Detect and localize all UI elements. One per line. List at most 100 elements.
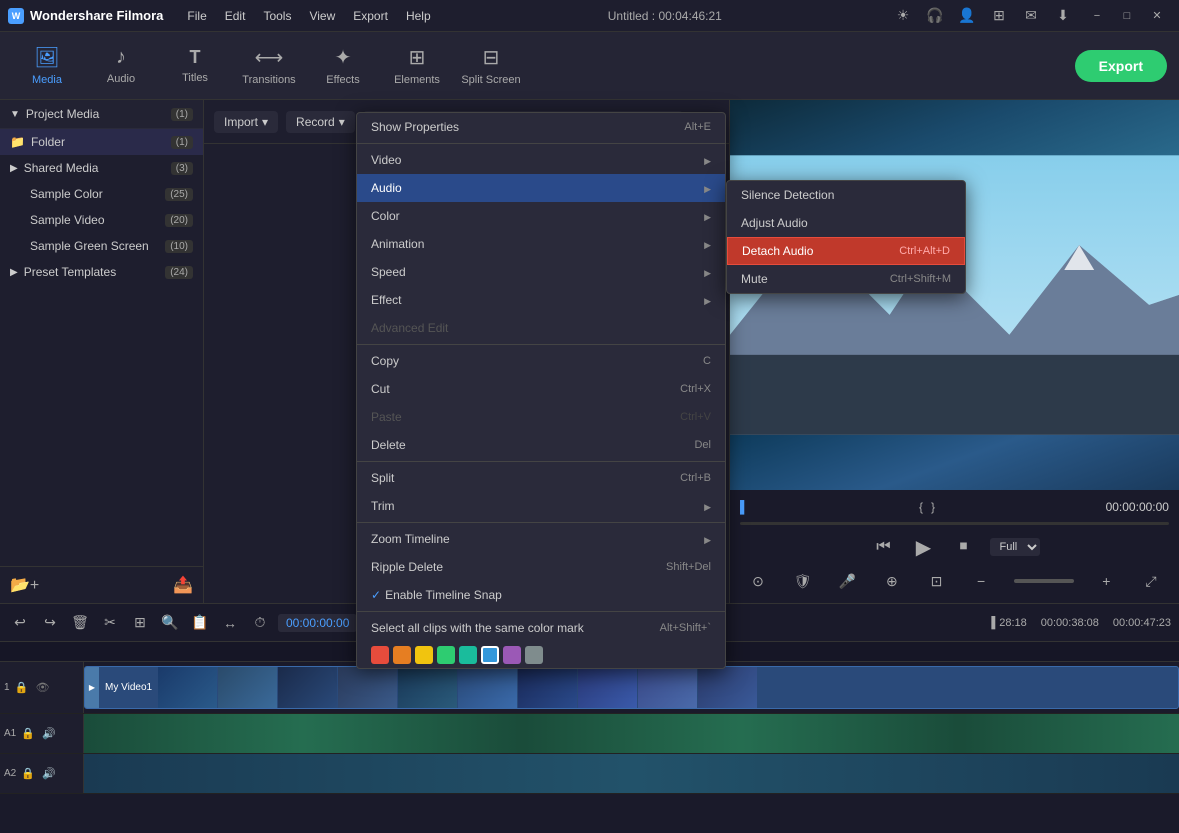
cut-button[interactable]: ✂ (98, 611, 122, 635)
ai-button[interactable]: ⊕ (880, 569, 904, 593)
color-dot-gray[interactable] (525, 646, 543, 664)
caption-button[interactable]: ⊡ (925, 569, 949, 593)
record-button[interactable]: Record ▾ (286, 111, 355, 133)
ctx-show-properties[interactable]: Show Properties Alt+E (357, 113, 725, 141)
ctx-silence-detection[interactable]: Silence Detection (727, 181, 965, 209)
redo-button[interactable]: ↪ (38, 611, 62, 635)
audio-track-content[interactable] (84, 714, 1179, 753)
import-folder-icon[interactable]: 📤 (173, 575, 193, 595)
ctx-delete[interactable]: Delete Del (357, 431, 725, 459)
sidebar-preset-templates[interactable]: ▶ Preset Templates (24) (0, 259, 203, 285)
time-bracket-left: { (919, 500, 923, 514)
split-button[interactable]: ↔ (218, 611, 242, 635)
ctx-speed[interactable]: Speed (357, 258, 725, 286)
video-clip[interactable]: ▶ My Video1 (84, 666, 1179, 709)
ctx-cut[interactable]: Cut Ctrl+X (357, 375, 725, 403)
crop-button[interactable]: ⊞ (128, 611, 152, 635)
menu-tools[interactable]: Tools (255, 7, 299, 25)
export-button[interactable]: Export (1075, 50, 1167, 82)
preview-timecode: 00:00:00:00 (1106, 500, 1169, 514)
sun-icon[interactable]: ☀ (891, 4, 915, 28)
ctx-zoom-timeline[interactable]: Zoom Timeline (357, 525, 725, 553)
quality-select[interactable]: Full (990, 538, 1040, 556)
ctx-effect-label: Effect (371, 293, 401, 307)
menu-view[interactable]: View (301, 7, 343, 25)
video-track-content[interactable]: ▶ My Video1 (84, 662, 1179, 713)
zoom-in-timeline-button[interactable]: 🔍 (158, 611, 182, 635)
sidebar-sample-green-screen[interactable]: Sample Green Screen (10) (0, 233, 203, 259)
import-button[interactable]: Import ▾ (214, 111, 278, 133)
ctx-trim[interactable]: Trim (357, 492, 725, 520)
minimize-button[interactable]: − (1083, 4, 1111, 28)
motion-tracking-button[interactable]: ⊙ (746, 569, 770, 593)
user-icon[interactable]: 👤 (955, 4, 979, 28)
menu-file[interactable]: File (179, 7, 214, 25)
grid-icon[interactable]: ⊞ (987, 4, 1011, 28)
toolbar-media[interactable]: 🖼 Media (12, 37, 82, 95)
sidebar-sample-video[interactable]: Sample Video (20) (0, 207, 203, 233)
audio-mute-button[interactable]: 🔊 (40, 725, 58, 743)
color-dot-yellow[interactable] (415, 646, 433, 664)
fullscreen-button[interactable]: ⤢ (1139, 569, 1163, 593)
volume-slider[interactable] (1014, 579, 1074, 583)
ctx-adjust-audio[interactable]: Adjust Audio (727, 209, 965, 237)
audio-track2-content[interactable] (84, 754, 1179, 793)
sidebar-sample-color[interactable]: Sample Color (25) (0, 181, 203, 207)
ctx-enable-snap[interactable]: ✓ Enable Timeline Snap (357, 581, 725, 609)
track-hide-button[interactable]: 👁 (34, 679, 52, 697)
add-folder-icon[interactable]: 📂+ (10, 575, 39, 595)
project-media-header[interactable]: ▼ Project Media (1) (0, 100, 203, 129)
toolbar-split-screen[interactable]: ⊟ Split Screen (456, 37, 526, 95)
preview-progress-bar[interactable] (740, 522, 1169, 525)
ctx-audio[interactable]: Audio (357, 174, 725, 202)
ctx-mute[interactable]: Mute Ctrl+Shift+M (727, 265, 965, 293)
zoom-in-button[interactable]: + (1094, 569, 1118, 593)
color-dot-blue[interactable] (481, 646, 499, 664)
download-icon[interactable]: ⬇ (1051, 4, 1075, 28)
ctx-copy[interactable]: Copy C (357, 347, 725, 375)
toolbar-effects[interactable]: ✦ Effects (308, 37, 378, 95)
ctx-animation[interactable]: Animation (357, 230, 725, 258)
track-lock-button[interactable]: 🔒 (13, 679, 31, 697)
sidebar-folder[interactable]: 📁 Folder (1) (0, 129, 203, 155)
headphone-icon[interactable]: 🎧 (923, 4, 947, 28)
color-dot-orange[interactable] (393, 646, 411, 664)
copy-timeline-button[interactable]: 📋 (188, 611, 212, 635)
ctx-split[interactable]: Split Ctrl+B (357, 464, 725, 492)
color-dot-red[interactable] (371, 646, 389, 664)
color-dot-purple[interactable] (503, 646, 521, 664)
delete-track-button[interactable]: 🗑 (68, 611, 92, 635)
toolbar-audio[interactable]: ♪ Audio (86, 37, 156, 95)
menu-export[interactable]: Export (345, 7, 396, 25)
audio-lock-button[interactable]: 🔒 (19, 725, 37, 743)
ctx-effect[interactable]: Effect (357, 286, 725, 314)
menu-edit[interactable]: Edit (217, 7, 254, 25)
voice-record-button[interactable]: 🎤 (835, 569, 859, 593)
sidebar-shared-media[interactable]: ▶ Shared Media (3) (0, 155, 203, 181)
toolbar-titles[interactable]: T Titles (160, 37, 230, 95)
undo-button[interactable]: ↩ (8, 611, 32, 635)
menu-help[interactable]: Help (398, 7, 439, 25)
ctx-copy-label: Copy (371, 354, 399, 368)
preview-stop-button[interactable]: ⏹ (950, 533, 978, 561)
preset-templates-count: (24) (165, 266, 193, 279)
timer-button[interactable]: ⏱ (248, 611, 272, 635)
maximize-button[interactable]: □ (1113, 4, 1141, 28)
ctx-ripple-delete[interactable]: Ripple Delete Shift+Del (357, 553, 725, 581)
mask-button[interactable]: 🛡 (791, 569, 815, 593)
color-dot-green[interactable] (437, 646, 455, 664)
toolbar-transitions[interactable]: ⟷ Transitions (234, 37, 304, 95)
ctx-color[interactable]: Color (357, 202, 725, 230)
ctx-detach-audio[interactable]: Detach Audio Ctrl+Alt+D (727, 237, 965, 265)
mail-icon[interactable]: ✉ (1019, 4, 1043, 28)
preview-play-button[interactable]: ▶ (910, 533, 938, 561)
audio2-lock-button[interactable]: 🔒 (19, 765, 37, 783)
zoom-out-button[interactable]: − (969, 569, 993, 593)
color-dot-teal[interactable] (459, 646, 477, 664)
audio2-mute-button[interactable]: 🔊 (40, 765, 58, 783)
ctx-select-same-color[interactable]: Select all clips with the same color mar… (357, 614, 725, 642)
close-button[interactable]: ✕ (1143, 4, 1171, 28)
ctx-video[interactable]: Video (357, 146, 725, 174)
toolbar-elements[interactable]: ⊞ Elements (382, 37, 452, 95)
preview-skip-back-button[interactable]: ⏮ (870, 533, 898, 561)
